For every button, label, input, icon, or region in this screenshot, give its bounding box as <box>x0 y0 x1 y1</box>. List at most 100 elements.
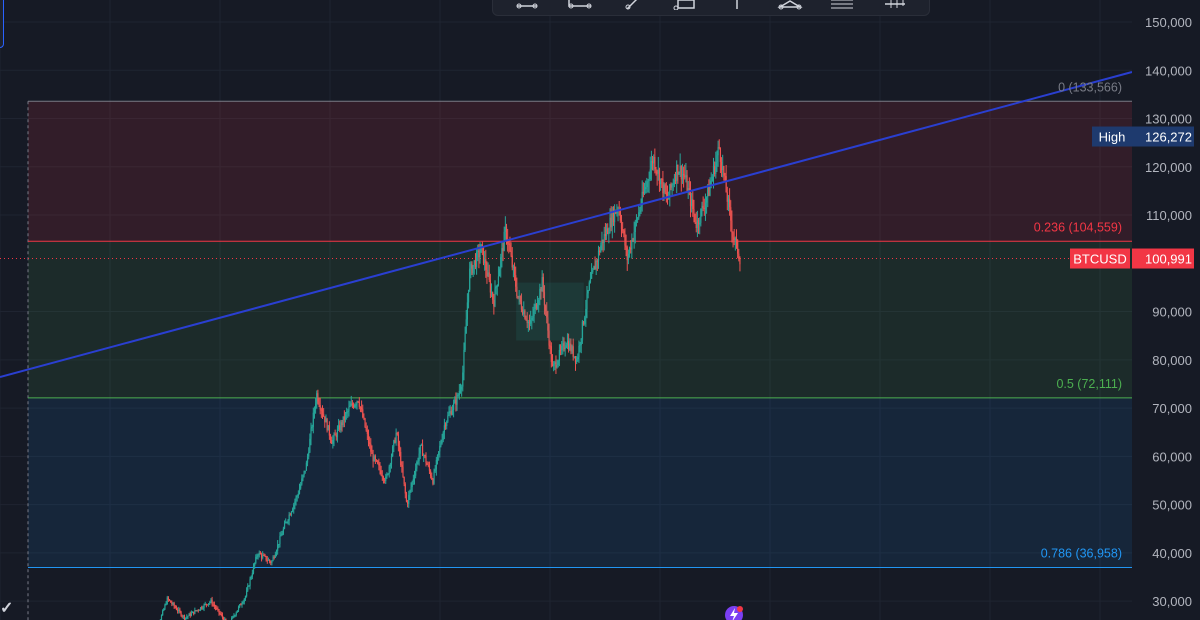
candle-body <box>178 609 180 611</box>
candle <box>221 612 224 620</box>
candle <box>194 607 196 615</box>
candle <box>454 396 456 404</box>
candle-body <box>599 250 601 253</box>
candle <box>274 551 276 559</box>
candle-body <box>497 276 500 285</box>
path-tool-icon[interactable] <box>566 0 594 10</box>
candle <box>255 554 257 565</box>
candle <box>195 610 197 612</box>
candle-body <box>639 209 641 213</box>
candle-body <box>379 465 381 471</box>
candle-body <box>697 220 700 225</box>
alert-icon[interactable] <box>722 603 746 620</box>
candle <box>465 309 467 334</box>
candle <box>173 601 175 609</box>
candle <box>415 463 417 479</box>
candle <box>500 253 502 278</box>
candle-body <box>635 219 638 223</box>
candle-body <box>355 404 357 406</box>
candle-body <box>398 445 401 452</box>
candle <box>178 606 180 614</box>
price-chart[interactable]: 0 (133,566) 0.236 (104,559) 0.5 (72,111) 0.… <box>0 0 1200 620</box>
candle-body <box>436 454 439 460</box>
candle <box>334 429 336 436</box>
candle <box>655 166 657 176</box>
candle <box>426 461 428 465</box>
candle <box>309 433 311 454</box>
candle <box>379 462 381 475</box>
candle <box>191 611 194 614</box>
candle <box>591 263 593 279</box>
candle-body <box>328 425 330 436</box>
candle-body <box>421 444 424 456</box>
more-tools-icon[interactable] <box>881 0 909 10</box>
candle <box>321 405 324 420</box>
candle-body <box>631 239 633 250</box>
candle-body <box>415 468 417 476</box>
candle <box>271 560 273 566</box>
candle-body <box>495 287 497 289</box>
candle-body <box>510 250 512 256</box>
candle <box>738 248 740 262</box>
candle-body <box>577 357 579 360</box>
candle-body <box>205 603 207 605</box>
candle-body <box>650 160 652 170</box>
candle <box>666 185 669 205</box>
candle <box>172 602 174 606</box>
candle <box>352 402 355 409</box>
candle <box>393 439 395 453</box>
candle-body <box>340 422 342 431</box>
rectangle-tool-icon[interactable] <box>671 0 699 10</box>
candle <box>252 563 255 575</box>
candle <box>656 169 658 186</box>
candle-body <box>479 252 481 258</box>
candle <box>610 206 612 232</box>
candle-body <box>724 175 726 177</box>
candle-body <box>662 178 664 194</box>
candle <box>167 596 169 602</box>
candle-body <box>343 416 345 420</box>
candle <box>674 171 677 185</box>
candle-body <box>703 208 705 210</box>
candle <box>565 342 567 349</box>
candle-body <box>395 432 397 443</box>
candle <box>279 532 281 548</box>
candle <box>550 342 552 368</box>
candle-body <box>596 260 598 262</box>
candle <box>486 261 488 284</box>
candle <box>206 604 209 606</box>
candle-body <box>389 464 391 467</box>
candle <box>626 245 628 271</box>
candle <box>390 453 393 469</box>
candle-body <box>346 411 348 414</box>
candle <box>259 551 261 555</box>
candle <box>177 607 179 614</box>
candle <box>347 408 349 418</box>
vertical-line-icon[interactable] <box>723 0 751 10</box>
candle-body <box>455 399 457 405</box>
candle-body <box>634 222 636 233</box>
candle <box>442 430 444 443</box>
candle <box>487 262 489 278</box>
candle-body <box>737 240 739 254</box>
candle-body <box>190 613 192 616</box>
candle-body <box>425 456 427 464</box>
candle-body <box>661 178 663 180</box>
fib-zone-low <box>28 397 1132 568</box>
candle-body <box>683 173 685 176</box>
candle <box>315 397 317 414</box>
candle-body <box>197 609 199 611</box>
candle <box>484 251 486 271</box>
brush-tool-icon[interactable] <box>513 0 541 10</box>
candle <box>473 260 475 275</box>
candle-body <box>201 607 203 609</box>
candle <box>427 461 429 468</box>
candle-body <box>180 611 182 616</box>
price-axis-label: 60,000 <box>1152 449 1192 464</box>
candle-body <box>653 156 655 164</box>
candle <box>576 356 578 365</box>
polyline-tool-icon[interactable] <box>776 0 804 10</box>
fib-tool-icon[interactable] <box>828 0 856 10</box>
left-panel-handle[interactable] <box>0 0 4 48</box>
ray-tool-icon[interactable] <box>618 0 646 10</box>
